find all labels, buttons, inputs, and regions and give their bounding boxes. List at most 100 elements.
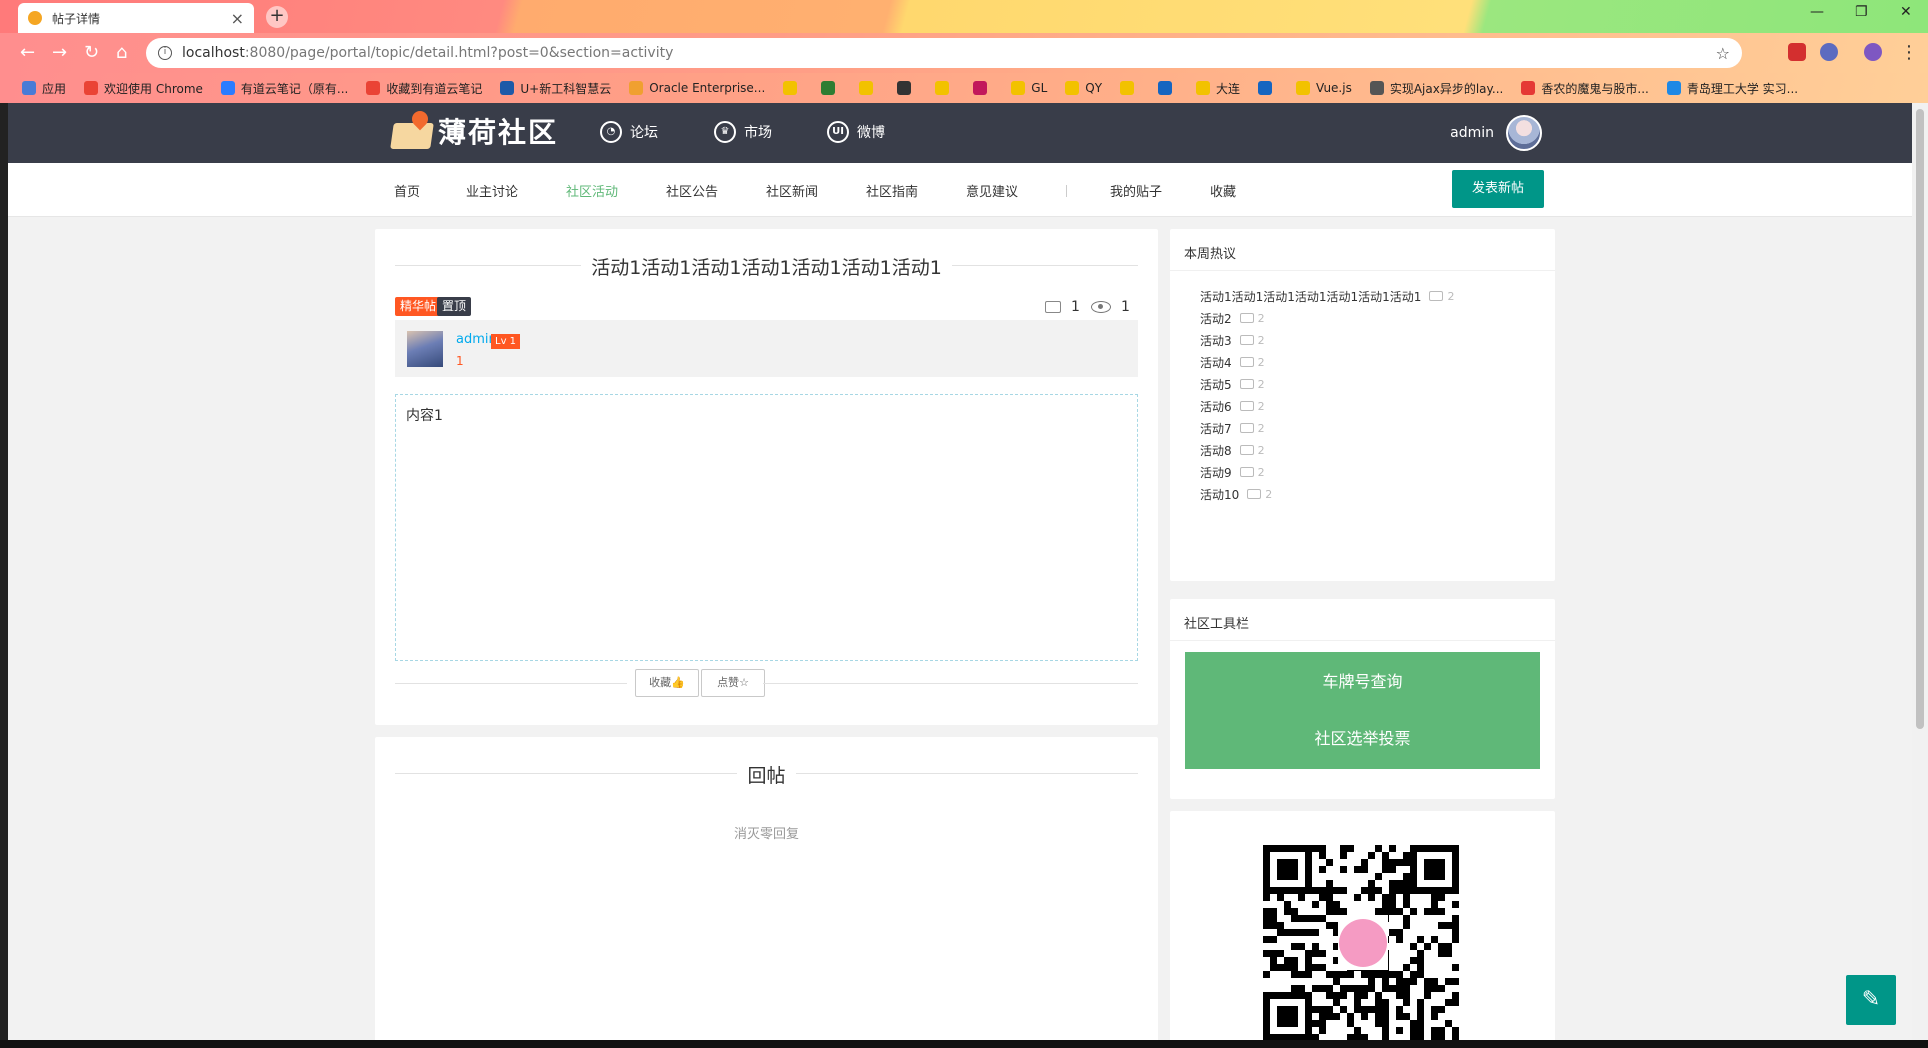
bookmark-item[interactable]: 应用 [22,80,66,97]
subnav-favorites[interactable]: 收藏 [1210,181,1236,200]
author-avatar[interactable] [407,331,443,367]
hot-topic-count: 2 [1257,311,1265,325]
bookmark-item[interactable]: 有道云笔记（原有... [220,80,349,97]
post-title-row: 活动1活动1活动1活动1活动1活动1活动1 [395,253,1138,279]
hot-topic-item[interactable]: 活动6 2 [1200,395,1454,417]
hot-topic-item[interactable]: 活动8 2 [1200,439,1454,461]
forward-icon[interactable]: → [52,42,67,63]
bookmark-item[interactable]: QY [1065,81,1102,95]
hot-topic-count: 2 [1257,333,1265,347]
hot-topic-item[interactable]: 活动4 2 [1200,351,1454,373]
post-content-text: 内容1 [406,408,443,424]
subnav-divider [1066,185,1067,197]
hot-topic-item[interactable]: 活动5 2 [1200,373,1454,395]
os-taskbar [0,1040,1928,1048]
hot-topic-item[interactable]: 活动9 2 [1200,461,1454,483]
bookmark-item[interactable] [897,81,917,95]
bookmark-item[interactable] [1158,81,1178,95]
bookmark-favicon-icon [1666,81,1681,95]
bookmark-item[interactable] [859,81,879,95]
minimize-icon[interactable]: — [1810,4,1824,20]
scrollbar-thumb[interactable] [1916,109,1924,729]
hot-topic-item[interactable]: 活动3 2 [1200,329,1454,351]
weibo-icon: UI [827,121,849,143]
browser-tab[interactable]: 帖子详情 × [18,3,254,33]
hot-topic-item[interactable]: 活动1活动1活动1活动1活动1活动1活动1 2 [1200,285,1454,307]
subnav-home[interactable]: 首页 [394,181,420,200]
subnav-my-posts[interactable]: 我的贴子 [1110,181,1162,200]
page-scrollbar[interactable] [1912,103,1928,1040]
reload-icon[interactable]: ↻ [84,42,99,63]
bookmark-item[interactable]: 收藏到有道云笔记 [366,80,482,97]
plate-lookup-button[interactable]: 车牌号查询 [1185,652,1540,712]
nav-forum[interactable]: ◔ 论坛 [600,121,658,143]
user-menu[interactable]: admin [1450,115,1542,151]
nav-market[interactable]: ♛ 市场 [714,121,772,143]
bookmark-favicon-icon [783,81,798,95]
subnav-announcement[interactable]: 社区公告 [666,181,718,200]
bookmark-item[interactable] [935,81,955,95]
hot-topic-item[interactable]: 活动10 2 [1200,483,1454,505]
bookmark-label: 有道云笔记（原有... [240,81,349,96]
extension-fe-icon[interactable] [1788,43,1806,61]
user-avatar[interactable] [1506,115,1542,151]
hot-topics-list: 活动1活动1活动1活动1活动1活动1活动1 2 活动2 2 活动3 2 活动4 2 活动5 2 活动… [1200,285,1454,505]
bookmark-label: 青岛理工大学 实习... [1686,81,1799,96]
subnav-guide[interactable]: 社区指南 [866,181,918,200]
bookmark-item[interactable]: GL [1011,81,1047,95]
new-tab-button[interactable]: + [266,6,288,28]
bookmark-favicon-icon [1258,81,1273,95]
bookmark-item[interactable]: U+新工科智慧云 [500,80,611,97]
hot-topic-item[interactable]: 活动7 2 [1200,417,1454,439]
extension-shield-icon[interactable] [1820,43,1838,61]
bookmark-label: 香农的魔鬼与股市... [1541,81,1649,96]
subnav-feedback[interactable]: 意见建议 [966,181,1018,200]
election-vote-button[interactable]: 社区选举投票 [1185,709,1540,769]
bookmark-item[interactable] [783,81,803,95]
hot-topics-title: 本周热议 [1170,229,1555,271]
address-bar[interactable]: i localhost:8080/page/portal/topic/detai… [146,38,1742,68]
subnav-activity[interactable]: 社区活动 [566,181,618,200]
favorite-button[interactable]: 收藏👍 [635,669,699,697]
bookmark-favicon-icon [1369,81,1384,95]
like-button[interactable]: 点赞☆ [701,669,765,697]
close-window-icon[interactable]: ✕ [1900,4,1912,20]
bookmark-item[interactable] [1120,81,1140,95]
menu-icon[interactable]: ⋮ [1900,42,1918,63]
home-icon[interactable]: ⌂ [116,42,127,63]
new-post-button[interactable]: 发表新帖 [1452,170,1544,208]
nav-weibo[interactable]: UI 微博 [827,121,885,143]
bookmark-item[interactable]: 实现Ajax异步的lay... [1369,80,1503,97]
edit-fab-button[interactable]: ✎ [1846,975,1896,1025]
page-viewport: 薄荷社区 ◔ 论坛 ♛ 市场 UI 微博 admin 首页 业主讨论 社区活动 … [8,103,1912,1040]
profile-avatar-icon[interactable] [1864,43,1882,61]
hot-topic-label: 活动5 [1200,377,1232,392]
site-logo[interactable]: 薄荷社区 [390,107,558,151]
bookmark-star-icon[interactable]: ☆ [1716,44,1730,63]
tab-close-icon[interactable]: × [231,9,244,28]
address-toolbar: ← → ↻ ⌂ i localhost:8080/page/portal/top… [0,33,1928,73]
bookmark-item[interactable]: Oracle Enterprise... [629,81,765,95]
hot-topic-label: 活动3 [1200,333,1232,348]
bookmark-item[interactable] [1258,81,1278,95]
bookmark-item[interactable]: Vue.js [1296,81,1352,95]
hot-topic-label: 活动9 [1200,465,1232,480]
bookmark-item[interactable]: 大连 [1196,80,1240,97]
bookmark-label: Vue.js [1316,81,1352,95]
subnav-news[interactable]: 社区新闻 [766,181,818,200]
back-icon[interactable]: ← [20,42,35,63]
bookmark-item[interactable] [973,81,993,95]
bookmark-favicon-icon [1158,81,1173,95]
bookmark-item[interactable]: 香农的魔鬼与股市... [1521,80,1649,97]
comment-icon [1239,379,1254,389]
site-info-icon[interactable]: i [158,46,172,60]
comment-icon [1239,445,1254,455]
bookmark-item[interactable] [821,81,841,95]
nav-weibo-label: 微博 [857,125,885,141]
bookmark-item[interactable]: 青岛理工大学 实习... [1666,80,1799,97]
subnav-owner-discussion[interactable]: 业主讨论 [466,181,518,200]
restore-icon[interactable]: ❐ [1855,4,1868,20]
bookmark-item[interactable]: 欢迎使用 Chrome [84,80,203,97]
nav-market-label: 市场 [744,125,772,141]
hot-topic-item[interactable]: 活动2 2 [1200,307,1454,329]
